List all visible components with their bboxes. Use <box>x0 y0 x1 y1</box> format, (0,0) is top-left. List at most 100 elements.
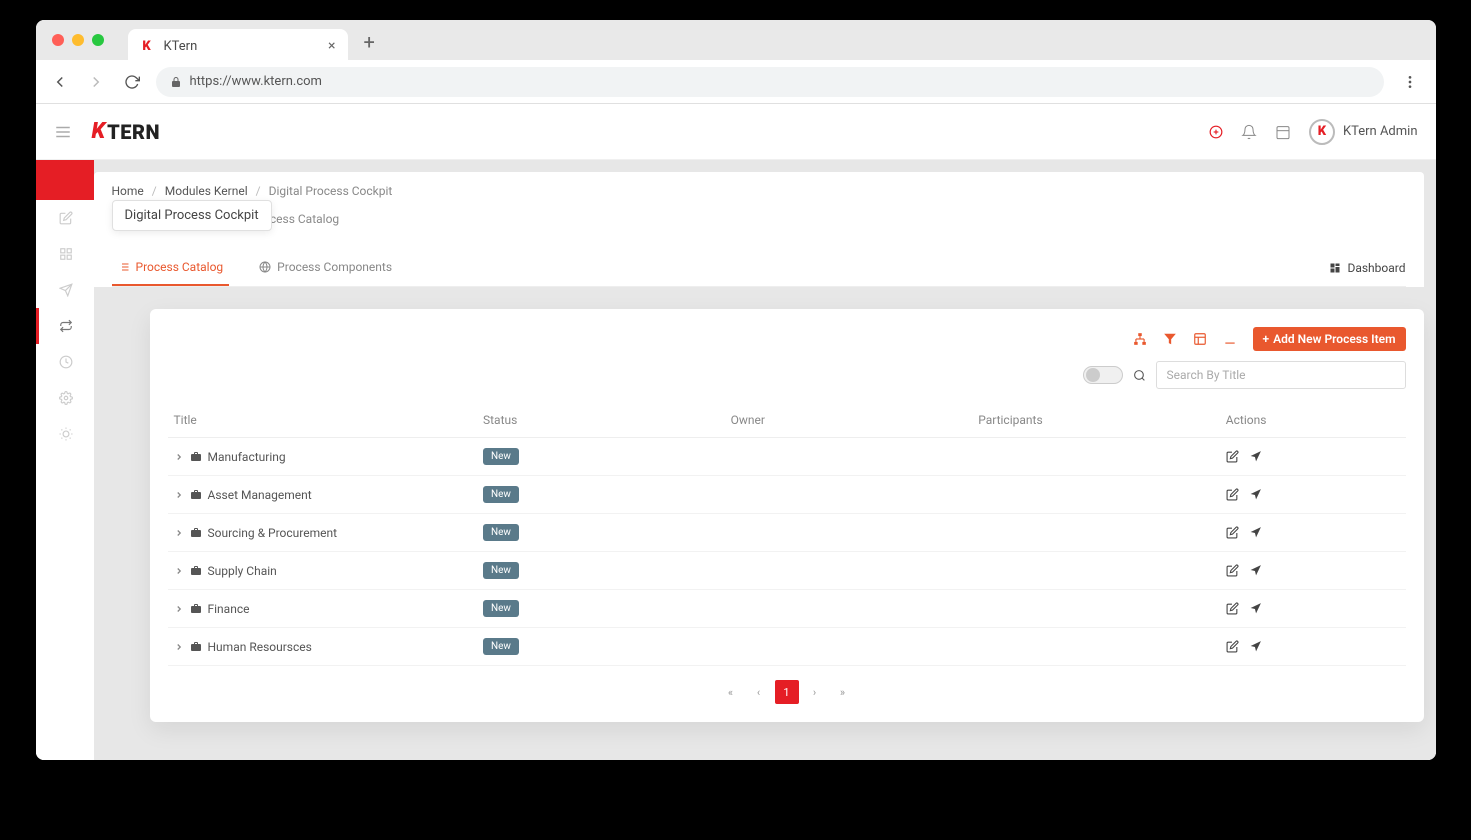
sidebar-item-timer[interactable] <box>36 344 94 380</box>
page-prev-button[interactable]: ‹ <box>747 680 771 704</box>
briefcase-icon <box>190 451 202 463</box>
send-icon[interactable] <box>1249 602 1262 615</box>
sidebar-item-send[interactable] <box>36 272 94 308</box>
avatar: K <box>1309 119 1335 145</box>
url-text: https://www.ktern.com <box>190 74 322 89</box>
status-badge: New <box>483 448 519 465</box>
bell-icon[interactable] <box>1241 124 1257 140</box>
page-header: Home / Modules Kernel / Digital Process … <box>94 172 1424 287</box>
briefcase-icon <box>190 527 202 539</box>
breadcrumb-home[interactable]: Home <box>112 184 144 198</box>
address-bar[interactable]: https://www.ktern.com <box>156 67 1384 97</box>
content-area: Home / Modules Kernel / Digital Process … <box>36 160 1436 760</box>
sidebar-item-home[interactable] <box>36 160 94 200</box>
edit-icon[interactable] <box>1226 488 1239 501</box>
page-subtitle: Process Catalog <box>252 212 1406 236</box>
sidebar-item-settings[interactable] <box>36 380 94 416</box>
edit-icon[interactable] <box>1226 640 1239 653</box>
expand-icon[interactable] <box>174 452 184 462</box>
view-toggle[interactable] <box>1083 366 1123 384</box>
page-number-current[interactable]: 1 <box>775 680 799 704</box>
table-row: Finance New <box>168 590 1406 628</box>
data-panel: + Add New Process Item <box>150 309 1424 722</box>
sidebar-item-edit[interactable] <box>36 200 94 236</box>
search-input[interactable] <box>1156 361 1406 389</box>
page-first-button[interactable]: « <box>719 680 743 704</box>
columns-icon[interactable] <box>1193 332 1207 346</box>
send-icon[interactable] <box>1249 450 1262 463</box>
expand-icon[interactable] <box>174 490 184 500</box>
main-content: Home / Modules Kernel / Digital Process … <box>94 160 1436 760</box>
header-actions: K KTern Admin <box>1209 119 1418 145</box>
back-button[interactable] <box>48 70 72 94</box>
tab-process-catalog[interactable]: Process Catalog <box>112 250 230 286</box>
breadcrumb-current: Digital Process Cockpit <box>269 184 393 198</box>
dashboard-link[interactable]: Dashboard <box>1329 251 1405 285</box>
browser-tab[interactable]: K KTern × <box>128 29 348 63</box>
maximize-window-button[interactable] <box>92 34 104 46</box>
row-title-text: Human Resoursces <box>208 640 312 654</box>
expand-icon[interactable] <box>174 642 184 652</box>
edit-icon[interactable] <box>1226 450 1239 463</box>
close-window-button[interactable] <box>52 34 64 46</box>
filter-icon[interactable] <box>1163 332 1177 346</box>
minimize-window-button[interactable] <box>72 34 84 46</box>
send-icon[interactable] <box>1249 526 1262 539</box>
table-row: Supply Chain New <box>168 552 1406 590</box>
tooltip: Digital Process Cockpit <box>112 200 272 231</box>
status-badge: New <box>483 562 519 579</box>
tab-process-components[interactable]: Process Components <box>253 250 398 286</box>
lock-icon <box>170 76 182 88</box>
process-table: Title Status Owner Participants Actions … <box>168 403 1406 666</box>
status-badge: New <box>483 638 519 655</box>
forward-button[interactable] <box>84 70 108 94</box>
col-owner: Owner <box>725 403 973 438</box>
hierarchy-icon[interactable] <box>1133 332 1147 346</box>
send-icon[interactable] <box>1249 564 1262 577</box>
sidebar <box>36 160 94 760</box>
calendar-icon[interactable] <box>1275 124 1291 140</box>
edit-icon[interactable] <box>1226 602 1239 615</box>
expand-icon[interactable] <box>174 566 184 576</box>
add-icon[interactable] <box>1209 125 1223 139</box>
send-icon[interactable] <box>1249 640 1262 653</box>
user-menu[interactable]: K KTern Admin <box>1309 119 1418 145</box>
breadcrumb-modules[interactable]: Modules Kernel <box>165 184 248 198</box>
col-actions: Actions <box>1220 403 1406 438</box>
expand-icon[interactable] <box>174 528 184 538</box>
browser-window: K KTern × + https://www.ktern.com <box>36 20 1436 760</box>
status-badge: New <box>483 524 519 541</box>
pagination: « ‹ 1 › » <box>168 680 1406 704</box>
status-badge: New <box>483 486 519 503</box>
briefcase-icon <box>190 565 202 577</box>
tab-title: KTern <box>164 39 198 54</box>
menu-toggle-button[interactable] <box>54 123 72 141</box>
search-icon[interactable] <box>1133 369 1146 382</box>
browser-menu-button[interactable] <box>1396 74 1424 90</box>
download-icon[interactable] <box>1223 332 1237 346</box>
table-row: Sourcing & Procurement New <box>168 514 1406 552</box>
new-tab-button[interactable]: + <box>356 30 383 54</box>
browser-chrome: K KTern × + https://www.ktern.com <box>36 20 1436 104</box>
logo[interactable]: K TERN <box>92 119 161 144</box>
add-process-item-button[interactable]: + Add New Process Item <box>1253 327 1406 351</box>
sidebar-item-star[interactable] <box>36 416 94 452</box>
sidebar-item-grid[interactable] <box>36 236 94 272</box>
send-icon[interactable] <box>1249 488 1262 501</box>
reload-button[interactable] <box>120 70 144 94</box>
page-next-button[interactable]: › <box>803 680 827 704</box>
window-controls <box>52 34 104 46</box>
briefcase-icon <box>190 603 202 615</box>
expand-icon[interactable] <box>174 604 184 614</box>
table-row: Manufacturing New <box>168 438 1406 476</box>
logo-text: TERN <box>107 120 160 144</box>
user-name: KTern Admin <box>1343 124 1418 139</box>
breadcrumb: Home / Modules Kernel / Digital Process … <box>112 184 1406 198</box>
close-tab-button[interactable]: × <box>328 39 335 53</box>
table-row: Asset Management New <box>168 476 1406 514</box>
edit-icon[interactable] <box>1226 526 1239 539</box>
page-last-button[interactable]: » <box>831 680 855 704</box>
edit-icon[interactable] <box>1226 564 1239 577</box>
app: K TERN K KTern Admin <box>36 104 1436 760</box>
sidebar-item-process[interactable] <box>36 308 94 344</box>
